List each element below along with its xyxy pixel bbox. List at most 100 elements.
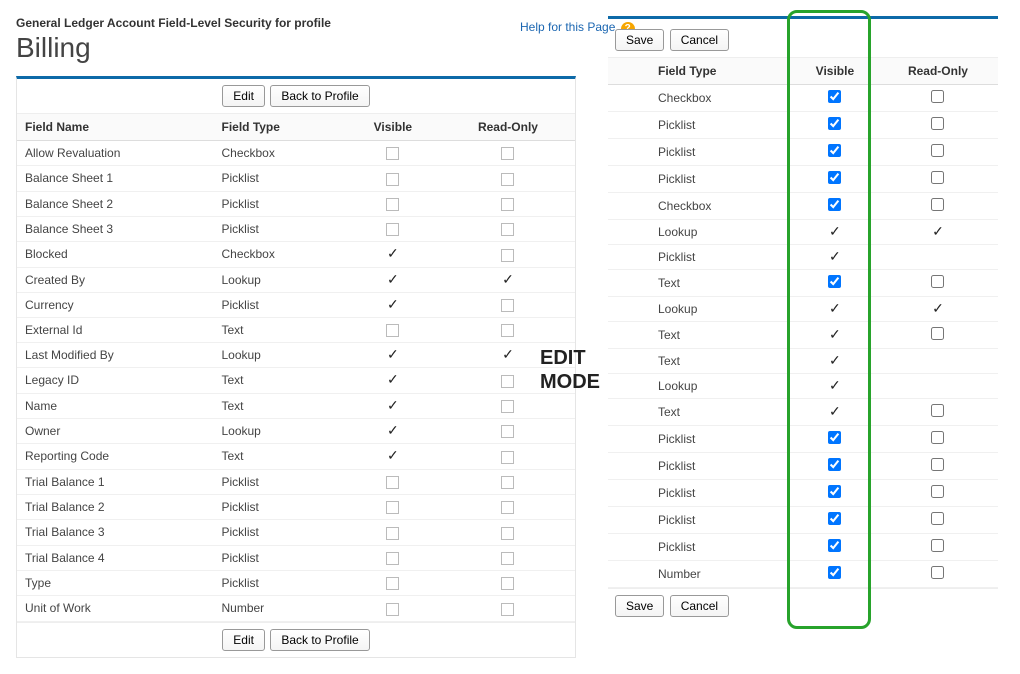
visible-checkbox[interactable]: [828, 171, 841, 184]
check-icon: ✓: [387, 424, 399, 436]
visible-checkbox[interactable]: [828, 512, 841, 525]
field-name-cell: Type: [17, 570, 213, 595]
visible-checkbox[interactable]: [828, 566, 841, 579]
field-name-cell: Name: [17, 393, 213, 418]
readonly-checkbox[interactable]: [931, 512, 944, 525]
readonly-checkbox[interactable]: [931, 198, 944, 211]
readonly-cell: [441, 444, 575, 469]
visible-cell: [792, 453, 878, 480]
field-type-cell: Picklist: [608, 507, 792, 534]
field-type-cell: Picklist: [608, 245, 792, 270]
visible-checkbox[interactable]: [828, 458, 841, 471]
readonly-checkbox[interactable]: [931, 566, 944, 579]
unchecked-box-icon: [386, 501, 399, 514]
table-row: Picklist: [608, 453, 998, 480]
unchecked-box-icon: [501, 476, 514, 489]
unchecked-box-icon: [501, 552, 514, 565]
visible-cell: ✓: [345, 418, 441, 443]
table-row: Lookup✓: [608, 374, 998, 399]
field-type-cell: Picklist: [608, 112, 792, 139]
back-to-profile-button[interactable]: Back to Profile: [270, 85, 369, 107]
cancel-button[interactable]: Cancel: [670, 29, 729, 51]
readonly-checkbox[interactable]: [931, 327, 944, 340]
col-visible: Visible: [345, 114, 441, 141]
readonly-cell: ✓: [878, 220, 998, 245]
field-type-cell: Picklist: [608, 426, 792, 453]
table-row: Balance Sheet 2Picklist: [17, 191, 575, 216]
readonly-cell: [878, 507, 998, 534]
readonly-checkbox[interactable]: [931, 117, 944, 130]
check-icon: ✓: [829, 328, 841, 340]
check-icon: ✓: [829, 302, 841, 314]
readonly-cell: [441, 292, 575, 317]
visible-cell: ✓: [792, 297, 878, 322]
back-to-profile-button-bottom[interactable]: Back to Profile: [270, 629, 369, 651]
readonly-cell: ✓: [878, 297, 998, 322]
readonly-checkbox[interactable]: [931, 171, 944, 184]
field-type-cell: Picklist: [213, 494, 344, 519]
table-row: Trial Balance 1Picklist: [17, 469, 575, 494]
visible-checkbox[interactable]: [828, 198, 841, 211]
cancel-button-bottom[interactable]: Cancel: [670, 595, 729, 617]
readonly-checkbox[interactable]: [931, 90, 944, 103]
check-icon: ✓: [387, 399, 399, 411]
table-row: Picklist: [608, 112, 998, 139]
field-name-cell: Created By: [17, 267, 213, 292]
field-name-cell: Last Modified By: [17, 343, 213, 368]
field-name-cell: Trial Balance 3: [17, 520, 213, 545]
fls-edit-table: Field Type Visible Read-Only CheckboxPic…: [608, 58, 998, 588]
edit-col-field-type: Field Type: [608, 58, 792, 85]
visible-cell: [345, 191, 441, 216]
check-icon: ✓: [502, 273, 514, 285]
field-type-cell: Checkbox: [608, 85, 792, 112]
top-button-bar: Edit Back to Profile: [17, 79, 575, 114]
visible-checkbox[interactable]: [828, 117, 841, 130]
edit-bottom-button-bar: Save Cancel: [608, 588, 998, 623]
readonly-cell: [878, 374, 998, 399]
edit-button[interactable]: Edit: [222, 85, 265, 107]
visible-cell: [792, 270, 878, 297]
breadcrumb: General Ledger Account Field-Level Secur…: [16, 16, 576, 30]
visible-cell: [792, 507, 878, 534]
unchecked-box-icon: [501, 577, 514, 590]
field-type-cell: Picklist: [608, 139, 792, 166]
unchecked-box-icon: [501, 375, 514, 388]
field-type-cell: Picklist: [213, 469, 344, 494]
unchecked-box-icon: [501, 501, 514, 514]
visible-checkbox[interactable]: [828, 539, 841, 552]
readonly-checkbox[interactable]: [931, 144, 944, 157]
visible-cell: [792, 193, 878, 220]
col-read-only: Read-Only: [441, 114, 575, 141]
table-row: Picklist: [608, 139, 998, 166]
unchecked-box-icon: [386, 223, 399, 236]
check-icon: ✓: [387, 247, 399, 259]
visible-checkbox[interactable]: [828, 90, 841, 103]
visible-checkbox[interactable]: [828, 431, 841, 444]
readonly-cell: [441, 242, 575, 267]
readonly-checkbox[interactable]: [931, 539, 944, 552]
table-row: Trial Balance 3Picklist: [17, 520, 575, 545]
edit-top-button-bar: Save Cancel: [608, 23, 998, 58]
check-icon: ✓: [387, 373, 399, 385]
visible-checkbox[interactable]: [828, 144, 841, 157]
edit-button-bottom[interactable]: Edit: [222, 629, 265, 651]
bottom-button-bar: Edit Back to Profile: [17, 622, 575, 657]
readonly-cell: [878, 480, 998, 507]
unchecked-box-icon: [501, 198, 514, 211]
visible-checkbox[interactable]: [828, 275, 841, 288]
check-icon: ✓: [502, 348, 514, 360]
unchecked-box-icon: [501, 249, 514, 262]
field-name-cell: Unit of Work: [17, 596, 213, 621]
readonly-checkbox[interactable]: [931, 458, 944, 471]
readonly-checkbox[interactable]: [931, 404, 944, 417]
save-button[interactable]: Save: [615, 29, 664, 51]
readonly-checkbox[interactable]: [931, 485, 944, 498]
readonly-checkbox[interactable]: [931, 431, 944, 444]
visible-checkbox[interactable]: [828, 485, 841, 498]
save-button-bottom[interactable]: Save: [615, 595, 664, 617]
readonly-checkbox[interactable]: [931, 275, 944, 288]
readonly-cell: [441, 317, 575, 342]
table-row: Trial Balance 4Picklist: [17, 545, 575, 570]
table-row: Text✓: [608, 349, 998, 374]
page-title: Billing: [16, 32, 576, 64]
